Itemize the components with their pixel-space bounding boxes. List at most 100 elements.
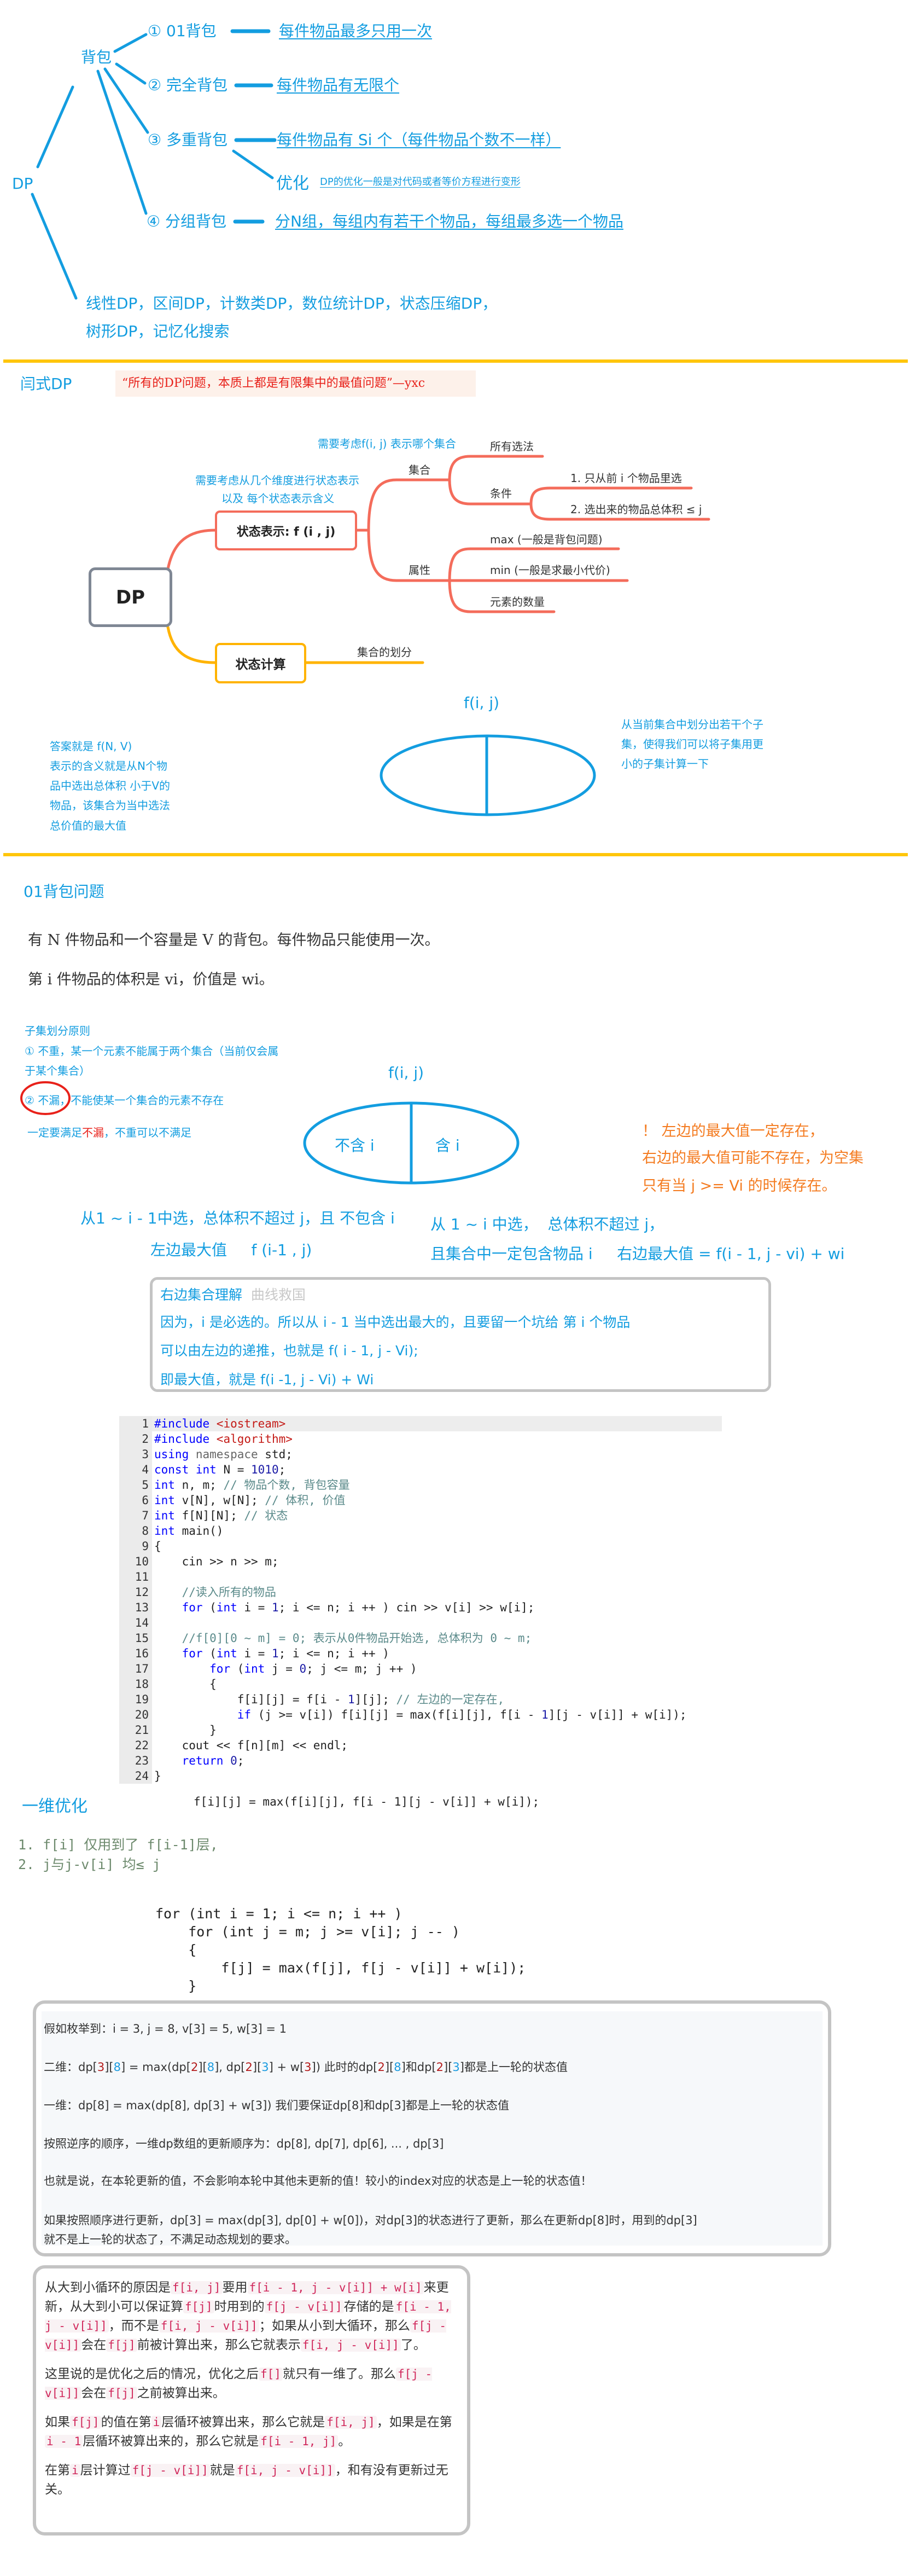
example-seg: 假如枚举到：i = 3, j = 8, v[3] = 5, w[3] = 1 — [44, 2022, 287, 2035]
code-token: } — [154, 1769, 161, 1783]
code-token: // 左边的一定存在, — [396, 1693, 505, 1706]
code-text: for (int i = 1; i <= n; i ++ ) — [152, 1646, 389, 1661]
example-seg: 2 — [190, 2061, 199, 2074]
code-line: 23 return 0; — [119, 1753, 722, 1768]
optimization-note-1: 1. f[i] 仅用到了 f[i-1]层, — [18, 1837, 218, 1853]
code-token: ][j - v[i]] + w[i]); — [548, 1708, 687, 1721]
example-seg: 2 — [436, 2061, 444, 2074]
explain-text: 这里说的是优化之后的情况，优化之后 — [45, 2367, 259, 2381]
code-text: { — [152, 1539, 161, 1554]
line-number: 17 — [119, 1661, 152, 1676]
line-number: 24 — [119, 1768, 152, 1784]
branch-01-desc[interactable]: 每件物品最多只用一次 — [279, 22, 432, 40]
line-number: 6 — [119, 1493, 152, 1508]
optimize-desc[interactable]: DP的优化一般是对代码或者等价方程进行变形 — [320, 174, 521, 188]
code-token: ( — [209, 1647, 217, 1660]
code-text: for (int i = 1; i <= n; i ++ ) cin >> v[… — [152, 1600, 535, 1615]
code-line: 8 int main() — [119, 1523, 722, 1539]
line-number: 1 — [119, 1416, 152, 1431]
other-dp-line-1: 线性DP，区间DP，计数类DP，数位统计DP，状态压缩DP， — [86, 294, 498, 312]
mindmap-knapsack: 背包 — [81, 48, 112, 66]
inline-code: f[i, j - v[i]] — [300, 2339, 401, 2352]
line-number: 11 — [119, 1569, 152, 1585]
example-seg: ]都是上一轮的状态值 — [459, 2061, 568, 2074]
must-satisfy-note: 一定要满足不漏，不重可以不满足 — [27, 1124, 191, 1140]
code-line: 17 for (int j = 0; j <= m; j ++ ) — [119, 1661, 722, 1676]
warn-line-1: ！ 左边的最大值一定存在， — [642, 1123, 824, 1140]
answer-note-1: 答案就是 f(N, V) — [50, 740, 132, 753]
loop-line: { — [155, 1942, 197, 1958]
code-text: //f[0][0 ~ m] = 0; 表示从0件物品开始选, 总体积为 0 ~ … — [152, 1631, 532, 1646]
left-set-desc: 从1 ~ i - 1中选，总体积不超过 j，且 不包含 i — [80, 1209, 395, 1227]
code-line: 3 using namespace std; — [119, 1447, 722, 1462]
code-token: v[N], w[N]; — [182, 1494, 265, 1507]
explain-text: 在第 — [45, 2463, 70, 2478]
inline-code: f[j - v[i]] — [264, 2300, 344, 2313]
node-condition-2: 2. 选出来的物品总体积 ≤ j — [570, 503, 702, 516]
code-token: 1010 — [251, 1463, 279, 1476]
answer-note-5: 总价值的最大值 — [50, 819, 126, 832]
code-token: int — [154, 1509, 182, 1522]
explain-text: ，而不是 — [108, 2319, 159, 2333]
inline-code: f[j] — [70, 2416, 101, 2429]
example-seg: 二维：dp[ — [44, 2061, 97, 2074]
example-box: 假如枚举到：i = 3, j = 8, v[3] = 5, w[3] = 1 二维… — [33, 2000, 831, 2256]
branch-group-desc[interactable]: 分N组，每组内有若干个物品，每组最多选一个物品 — [275, 213, 623, 230]
code-token: ; — [237, 1754, 244, 1767]
explain-text: 就只有一维了。那么 — [282, 2367, 396, 2381]
node-set: 集合 — [409, 463, 430, 477]
code-token: // 物品个数, 背包容量 — [223, 1478, 350, 1492]
explain-text: 会在 — [81, 2338, 107, 2352]
example-seg: 3 — [304, 2061, 312, 2074]
line-number: 8 — [119, 1523, 152, 1539]
inline-code: f[i - 1, j - v[i]] + w[i] — [247, 2281, 424, 2294]
understanding-title: 右边集合理解 — [160, 1287, 243, 1303]
loop-line: f[j] = max(f[j], f[j - v[i]] + w[i]); — [155, 1960, 526, 1976]
explain-text: 层计算过 — [80, 2463, 131, 2478]
code-token: ( — [209, 1601, 217, 1614]
warn-line-2: 右边的最大值可能不存在，为空集 — [642, 1150, 864, 1167]
right-part-label: 含 i — [435, 1136, 460, 1154]
code-token: using — [154, 1448, 196, 1461]
note-which-set: 需要考虑f(i, j) 表示哪个集合 — [318, 437, 456, 450]
code-text: int f[N][N]; // 状态 — [152, 1508, 288, 1523]
inline-code: f[j] — [106, 2339, 137, 2352]
right-set-desc: 从 1 ~ i 中选， 总体积不超过 j， — [430, 1215, 664, 1233]
example-seg: 一维：dp[8] = max(dp[8], dp[3] + w[3]) 我们要保… — [44, 2099, 510, 2112]
explain-text: 。 — [338, 2434, 351, 2449]
line-number: 2 — [119, 1431, 152, 1447]
example-seg: 8 — [207, 2061, 215, 2074]
code-line: 1 #include <iostream> — [119, 1416, 722, 1431]
example-seg: 2 — [377, 2061, 385, 2074]
code-token: ; i <= n; i ++ ) — [278, 1647, 389, 1660]
code-token: main() — [182, 1524, 224, 1538]
example-seg: ][ — [252, 2061, 262, 2074]
answer-note-3: 品中选出总体积 小于V的 — [50, 779, 171, 792]
section-divider — [3, 853, 908, 856]
left-max: 左边最大值 f (i-1 , j) — [150, 1241, 312, 1259]
code-line: 9{ — [119, 1539, 722, 1554]
branch-multiple-desc[interactable]: 每件物品有 Si 个（每件物品个数不一样） — [277, 131, 561, 149]
section-divider — [3, 359, 908, 363]
optimization-formula: f[i][j] = max(f[i][j], f[i - 1][j - v[i]… — [194, 1795, 540, 1808]
code-token: cout << f[n][m] << endl; — [154, 1739, 348, 1752]
answer-note-2: 表示的含义就是从N个物 — [50, 759, 167, 773]
code-text: int n, m; // 物品个数, 背包容量 — [152, 1477, 350, 1493]
node-condition-1: 1. 只从前 i 个物品里选 — [570, 472, 682, 485]
explain-box: 从大到小循环的原因是 f[i, j] 要用 f[i - 1, j - v[i]] + … — [33, 2265, 470, 2536]
explain-text: 层循环被算出来，那么它就是 — [161, 2415, 325, 2429]
branch-complete-desc[interactable]: 每件物品有无限个 — [277, 77, 399, 94]
dp-root-node: DP — [89, 567, 172, 627]
code-token: i = — [244, 1601, 272, 1614]
code-token: std; — [265, 1448, 293, 1461]
code-line: 2 #include <algorithm> — [119, 1431, 722, 1447]
right-set-understanding-box: 右边集合理解 曲线救国 因为，i 是必选的。所以从 i - 1 当中选出最大的，… — [150, 1277, 771, 1392]
code-token: <iostream> — [216, 1417, 286, 1430]
example-seg: ] + w[ — [269, 2061, 305, 2074]
example-seg: 8 — [113, 2061, 121, 2074]
code-editor[interactable]: 1 #include <iostream> 2 #include <algorithm… — [119, 1416, 722, 1784]
code-text: for (int j = 0; j <= m; j ++ ) — [152, 1661, 417, 1676]
example-seg: ]和dp[ — [401, 2061, 436, 2074]
